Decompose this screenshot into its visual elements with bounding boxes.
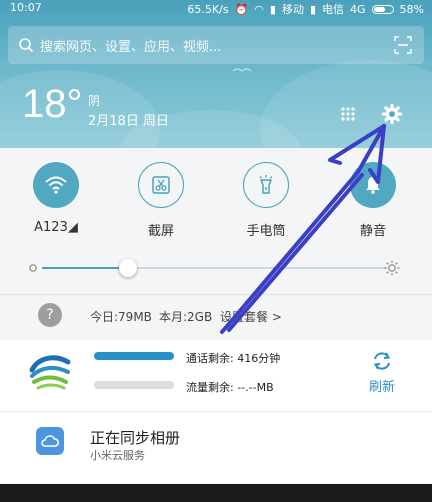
data-today: 今日:79MB [90,310,152,324]
bell-icon [366,177,380,194]
alarm-icon: ⏰ [234,2,249,16]
battery-percent: 58% [399,2,424,16]
settings-gear-icon[interactable] [381,103,403,125]
notification-china-mobile[interactable]: 通话剩余: 416分钟 流量剩余: --.--MB 刷新 [0,340,432,410]
refresh-label: 刷新 [368,380,395,395]
brightness-low-icon [29,264,37,272]
toggle-wifi-circle[interactable] [33,162,79,208]
china-mobile-logo [24,348,76,398]
screenshot-icon [152,176,170,194]
divider [0,294,432,295]
search-placeholder: 搜索网页、设置、应用、视频... [40,39,222,55]
network-speed: 65.5K/s [187,2,229,16]
status-bar: 10:07 65.5K/s ⏰ ◠ ▮ 移动 ▮ 电信 4G 58% [0,0,432,18]
network-type: 4G [350,2,366,16]
toggle-wifi[interactable]: A123◢ [26,162,86,235]
refresh-icon [373,352,391,370]
toggle-flashlight[interactable]: 手电筒 [236,162,296,239]
background-strip [0,484,432,502]
bird-icon [232,68,252,72]
brightness-high-icon [384,260,400,276]
wifi-status-icon: ◠ [254,2,264,16]
toggle-flashlight-label: 手电筒 [246,224,286,239]
signal-icon: ▮ [269,2,276,16]
weather-date: 2月18日 周日 [88,114,169,129]
brightness-fill [42,267,128,269]
wifi-icon [45,176,67,194]
toggle-wifi-label: A123◢ [34,220,78,235]
quick-settings-panel: A123◢ 截屏 手电筒 静音 ? 今日:79MB 本月:2GB 设置套餐 > [0,148,432,336]
weather-condition: 阴 [88,94,101,108]
clock: 10:07 [10,1,42,14]
search-bar[interactable]: 搜索网页、设置、应用、视频... [8,26,424,64]
data-remaining-bar [94,381,174,389]
cloud-sync-title: 正在同步相册 [90,429,181,447]
call-remaining-bar [94,352,174,360]
brightness-slider[interactable] [28,258,412,278]
scan-icon[interactable] [394,36,412,54]
toggle-mute[interactable]: 静音 [343,162,403,239]
carrier-1: 移动 [281,3,304,16]
toggle-mute-label: 静音 [359,224,386,239]
notification-cloud-sync[interactable]: 正在同步相册 小米云服务 [0,413,432,483]
data-usage-row[interactable]: ? 今日:79MB 本月:2GB 设置套餐 > [0,298,432,332]
battery-icon [371,4,394,14]
search-icon [19,38,34,53]
carrier-2: 电信 [322,3,345,16]
cloud-sync-subtitle: 小米云服务 [90,449,145,462]
app-grid-icon[interactable] [340,106,356,122]
brightness-knob[interactable] [119,259,137,277]
data-month: 本月:2GB [159,310,213,324]
toggle-flashlight-circle[interactable] [243,162,289,208]
header-panel: 10:07 65.5K/s ⏰ ◠ ▮ 移动 ▮ 电信 4G 58% 搜索网页、… [0,0,432,148]
toggle-screenshot-circle[interactable] [138,162,184,208]
data-remaining: 流量剩余: --.--MB [186,381,274,394]
temperature: 18° [22,82,83,126]
toggle-screenshot-label: 截屏 [147,224,174,239]
flashlight-icon [259,175,273,194]
toggle-screenshot[interactable]: 截屏 [131,162,191,239]
toggle-mute-circle[interactable] [350,162,396,208]
cloud-icon [36,427,64,455]
setup-plan-link[interactable]: 设置套餐 > [220,308,282,325]
help-icon: ? [38,303,62,327]
status-icons: 65.5K/s ⏰ ◠ ▮ 移动 ▮ 电信 4G 58% [187,1,424,17]
refresh-button[interactable]: 刷新 [360,350,404,395]
signal-icon: ▮ [309,2,317,16]
call-remaining: 通话剩余: 416分钟 [186,352,281,365]
